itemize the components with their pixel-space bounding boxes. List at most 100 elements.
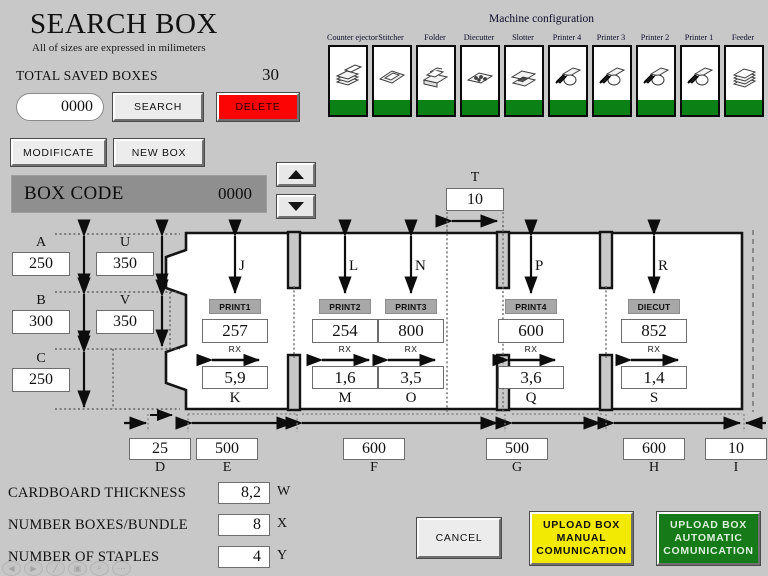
- setting-tag-W: W: [277, 484, 291, 499]
- panel-bottom-tag: Q: [525, 390, 537, 406]
- panel-rx-label: RX: [338, 344, 352, 354]
- panel-unit-badge: DIECUT: [628, 299, 680, 314]
- bottom-dim-field[interactable]: 600: [623, 438, 685, 460]
- delete-button[interactable]: DELETE: [216, 92, 300, 122]
- machine-configuration-title: Machine configuration: [489, 13, 595, 25]
- feeder-stack-icon: [726, 55, 762, 99]
- setting-label-cardboard-thickness: CARDBOARD THICKNESS: [8, 485, 186, 501]
- total-saved-boxes-label: TOTAL SAVED BOXES: [16, 68, 158, 83]
- panel-bottom-tag: O: [405, 390, 417, 406]
- panel-top-tag: N: [415, 258, 426, 274]
- panel-bottom-field[interactable]: 3,6: [498, 366, 564, 389]
- cancel-button[interactable]: CANCEL: [416, 517, 502, 559]
- machine-unit-indicator[interactable]: [680, 45, 720, 117]
- setting-field-boxes-per-bundle[interactable]: 8: [218, 514, 270, 536]
- bottom-dim-label: H: [648, 460, 660, 475]
- panel-top-tag: P: [535, 258, 544, 274]
- box-code-decrement-button[interactable]: [276, 194, 316, 219]
- dim-field-B[interactable]: 300: [12, 310, 70, 334]
- panel-top-field[interactable]: 852: [621, 319, 687, 343]
- box-code-bar: BOX CODE 0000: [11, 175, 267, 213]
- machine-unit-status-bar: [550, 100, 586, 115]
- mini-toolbar: ◀ ▶ ╱ ▣ ⌕ ⋯: [2, 560, 131, 576]
- bottom-dim-field[interactable]: 600: [343, 438, 405, 460]
- machine-unit-status-bar: [594, 100, 630, 115]
- machine-unit-label: Printer 3: [596, 33, 626, 42]
- machine-unit-label: Folder: [424, 33, 446, 42]
- bottom-dim-field[interactable]: 500: [196, 438, 258, 460]
- bottom-dim-field[interactable]: 25: [129, 438, 191, 460]
- bottom-dim-field[interactable]: 10: [705, 438, 767, 460]
- machine-unit-3: Diecutter: [460, 33, 500, 117]
- machine-unit-status-bar: [462, 100, 498, 115]
- panel-unit-badge: PRINT3: [385, 299, 437, 314]
- machine-unit-indicator[interactable]: [636, 45, 676, 117]
- upload-box-automatic-button[interactable]: UPLOAD BOX AUTOMATIC COMUNICATION: [656, 511, 761, 566]
- machine-unit-indicator[interactable]: [460, 45, 500, 117]
- panel-top-field[interactable]: 257: [202, 319, 268, 343]
- dim-field-U[interactable]: 350: [96, 252, 154, 276]
- machine-unit-status-bar: [638, 100, 674, 115]
- panel-top-field[interactable]: 800: [378, 319, 444, 343]
- search-icon[interactable]: ⌕: [90, 560, 109, 576]
- upload-box-manual-button[interactable]: UPLOAD BOX MANUAL COMUNICATION: [529, 511, 634, 566]
- panel-rx-label: RX: [524, 344, 538, 354]
- machine-unit-indicator[interactable]: [548, 45, 588, 117]
- machine-unit-status-bar: [418, 100, 454, 115]
- machine-unit-label: Feeder: [731, 33, 755, 42]
- upload-auto-line-2: AUTOMATIC: [674, 532, 743, 544]
- panel-bottom-field[interactable]: 3,5: [378, 366, 444, 389]
- modificate-button[interactable]: MODIFICATE: [10, 138, 107, 167]
- pencil-icon[interactable]: ╱: [46, 560, 65, 576]
- machine-unit-label: Printer 1: [684, 33, 714, 42]
- forward-arrow-icon[interactable]: ▶: [24, 560, 43, 576]
- panel-bottom-field[interactable]: 1,4: [621, 366, 687, 389]
- bottom-dim-field[interactable]: 500: [486, 438, 548, 460]
- bottom-dim-label: D: [154, 460, 166, 475]
- folder-unit-icon: [418, 55, 454, 99]
- panel-bottom-field[interactable]: 5,9: [202, 366, 268, 389]
- panel-bottom-tag: S: [649, 390, 659, 406]
- machine-unit-indicator[interactable]: [504, 45, 544, 117]
- dim-field-T[interactable]: 10: [446, 188, 504, 211]
- slotter-icon: [506, 55, 542, 99]
- dim-field-A[interactable]: 250: [12, 252, 70, 276]
- copy-icon[interactable]: ▣: [68, 560, 87, 576]
- more-icon[interactable]: ⋯: [112, 560, 131, 576]
- dim-label-A: A: [35, 235, 47, 250]
- machine-unit-label: Printer 2: [640, 33, 670, 42]
- page-title: SEARCH BOX: [30, 8, 218, 40]
- panel-bottom-field[interactable]: 1,6: [312, 366, 378, 389]
- panel-unit-badge: PRINT4: [505, 299, 557, 314]
- dim-field-C[interactable]: 250: [12, 368, 70, 392]
- panel-bottom-tag: K: [229, 390, 241, 406]
- machine-unit-indicator[interactable]: [592, 45, 632, 117]
- machine-unit-9: Feeder: [724, 33, 764, 117]
- back-arrow-icon[interactable]: ◀: [2, 560, 21, 576]
- box-code-increment-button[interactable]: [276, 162, 316, 187]
- printer-unit-icon: [638, 55, 674, 99]
- panel-rx-label: RX: [647, 344, 661, 354]
- machine-unit-indicator[interactable]: [328, 45, 368, 117]
- search-button[interactable]: SEARCH: [112, 92, 204, 122]
- new-box-button[interactable]: NEW BOX: [113, 138, 205, 167]
- dim-field-V[interactable]: 350: [96, 310, 154, 334]
- panel-top-field[interactable]: 254: [312, 319, 378, 343]
- search-code-input[interactable]: 0000: [16, 93, 104, 121]
- machine-unit-status-bar: [726, 100, 762, 115]
- panel-top-tag: R: [658, 258, 669, 274]
- machine-unit-indicator[interactable]: [416, 45, 456, 117]
- panel-rx-label: RX: [404, 344, 418, 354]
- bottom-dim-label: G: [511, 460, 523, 475]
- panel-top-field[interactable]: 600: [498, 319, 564, 343]
- machine-unit-indicator[interactable]: [372, 45, 412, 117]
- printer-unit-icon: [550, 55, 586, 99]
- setting-tag-X: X: [277, 516, 288, 531]
- machine-unit-label: Stitcher: [378, 33, 404, 42]
- machine-unit-indicator[interactable]: [724, 45, 764, 117]
- setting-field-cardboard-thickness[interactable]: 8,2: [218, 482, 270, 504]
- panel-unit-name: DIECUT: [637, 301, 671, 312]
- setting-field-number-of-staples[interactable]: 4: [218, 546, 270, 568]
- upload-manual-line-3: COMUNICATION: [536, 545, 627, 557]
- search-box-screen: SEARCH BOX All of sizes are expressed in…: [0, 0, 768, 576]
